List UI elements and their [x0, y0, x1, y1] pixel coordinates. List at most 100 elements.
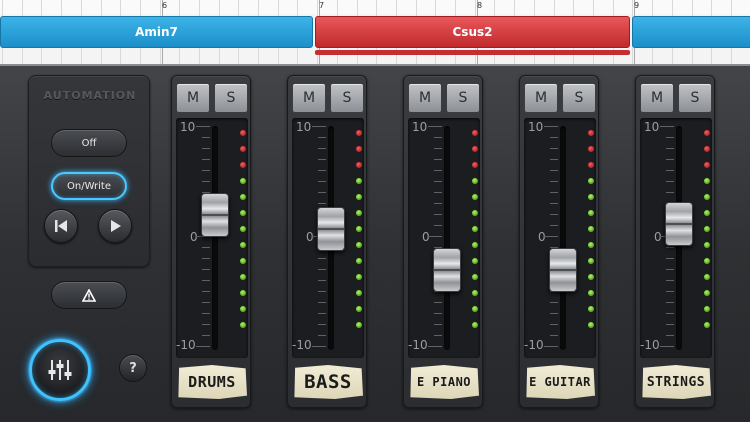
scale-tick: [434, 302, 442, 303]
chord-block-next[interactable]: [632, 16, 750, 48]
scale-label-top: 10: [180, 120, 196, 134]
level-meter-led: [588, 306, 594, 312]
scale-tick: [196, 346, 210, 347]
level-meter-led: [588, 210, 594, 216]
scale-label-top: 10: [296, 120, 312, 134]
automation-on-write-button[interactable]: On/Write: [51, 172, 127, 200]
automation-panel: AUTOMATION Off On/Write: [28, 75, 150, 267]
scale-label-bottom: -10: [292, 338, 312, 352]
level-meter-led: [240, 130, 246, 136]
automation-title: AUTOMATION: [43, 89, 137, 102]
scale-tick: [666, 313, 674, 314]
channel-name: DRUMS: [188, 373, 236, 391]
volume-fader[interactable]: [549, 248, 577, 292]
chord-timeline[interactable]: 6 7 8 9 Amin7 Csus2: [0, 0, 750, 66]
bar-number: 6: [162, 1, 168, 10]
level-meter-led: [356, 162, 362, 168]
channel-name-tape: E GUITAR: [526, 365, 595, 399]
scale-tick: [544, 236, 558, 237]
scale-tick: [434, 324, 442, 325]
mute-button[interactable]: M: [524, 83, 558, 113]
scale-tick: [550, 324, 558, 325]
scale-tick: [202, 258, 210, 259]
channel-strip-e-guitar: M S 10 0 -10 E GUITAR: [519, 75, 599, 408]
level-meter-led: [240, 162, 246, 168]
channel-name: STRINGS: [646, 374, 706, 390]
mute-button[interactable]: M: [640, 83, 674, 113]
warning-button[interactable]: [51, 281, 127, 309]
solo-label: S: [342, 90, 352, 106]
level-meter-led: [472, 274, 478, 280]
level-meter-led: [472, 210, 478, 216]
scale-label-zero: 0: [654, 230, 662, 244]
level-meter-led: [356, 290, 362, 296]
scale-tick: [202, 181, 210, 182]
automation-on-write-label: On/Write: [67, 180, 111, 192]
scale-tick: [666, 258, 674, 259]
help-label: ?: [129, 360, 137, 376]
level-meter-led: [588, 258, 594, 264]
level-meter-led: [240, 306, 246, 312]
scale-tick: [434, 159, 442, 160]
skip-to-start-button[interactable]: [44, 209, 78, 243]
scale-tick: [434, 181, 442, 182]
scale-tick: [202, 280, 210, 281]
bar-number: 7: [319, 1, 325, 10]
scale-tick: [550, 225, 558, 226]
scale-tick: [434, 192, 442, 193]
scale-tick: [312, 126, 326, 127]
scale-tick: [550, 170, 558, 171]
level-meter-led: [240, 178, 246, 184]
scale-tick: [666, 192, 674, 193]
volume-fader[interactable]: [433, 248, 461, 292]
level-meter-led: [704, 226, 710, 232]
solo-button[interactable]: S: [214, 83, 248, 113]
level-meter-led: [356, 306, 362, 312]
level-meter-led: [704, 130, 710, 136]
scale-tick: [660, 126, 674, 127]
mute-button[interactable]: M: [292, 83, 326, 113]
play-button[interactable]: [98, 209, 132, 243]
chord-block-amin7[interactable]: Amin7: [0, 16, 313, 48]
scale-tick: [666, 302, 674, 303]
mute-button[interactable]: M: [408, 83, 442, 113]
channel-name: E PIANO: [416, 375, 472, 389]
level-meter-led: [588, 130, 594, 136]
solo-button[interactable]: S: [678, 83, 712, 113]
solo-button[interactable]: S: [330, 83, 364, 113]
channel-strip-bass: M S 10 0 -10 BASS: [287, 75, 367, 408]
channel-name-tape: STRINGS: [642, 365, 711, 399]
bar-number: 9: [634, 1, 640, 10]
volume-fader[interactable]: [201, 193, 229, 237]
level-meter-led: [356, 178, 362, 184]
automation-off-button[interactable]: Off: [51, 129, 127, 157]
scale-label-top: 10: [412, 120, 428, 134]
scale-tick: [666, 148, 674, 149]
solo-button[interactable]: S: [446, 83, 480, 113]
chord-block-csus2[interactable]: Csus2: [315, 16, 630, 48]
level-meter-led: [472, 322, 478, 328]
help-button[interactable]: ?: [119, 354, 147, 382]
mute-label: M: [186, 90, 200, 106]
solo-label: S: [458, 90, 468, 106]
scale-tick: [202, 302, 210, 303]
solo-label: S: [574, 90, 584, 106]
solo-button[interactable]: S: [562, 83, 596, 113]
scale-label-zero: 0: [538, 230, 546, 244]
scale-tick: [318, 159, 326, 160]
mixer-button[interactable]: [29, 339, 91, 401]
volume-fader[interactable]: [317, 207, 345, 251]
mute-button[interactable]: M: [176, 83, 210, 113]
scale-tick: [550, 214, 558, 215]
scale-tick: [434, 148, 442, 149]
mute-label: M: [534, 90, 548, 106]
channel-strip-drums: M S 10 0 -10 DRUMS: [171, 75, 251, 408]
scale-tick: [666, 170, 674, 171]
scale-tick: [550, 313, 558, 314]
scale-tick: [666, 247, 674, 248]
scale-tick: [318, 192, 326, 193]
scale-label-bottom: -10: [640, 338, 660, 352]
fader-track: 10 0 -10: [292, 118, 364, 358]
skip-to-start-icon: [55, 220, 67, 232]
volume-fader[interactable]: [665, 202, 693, 246]
